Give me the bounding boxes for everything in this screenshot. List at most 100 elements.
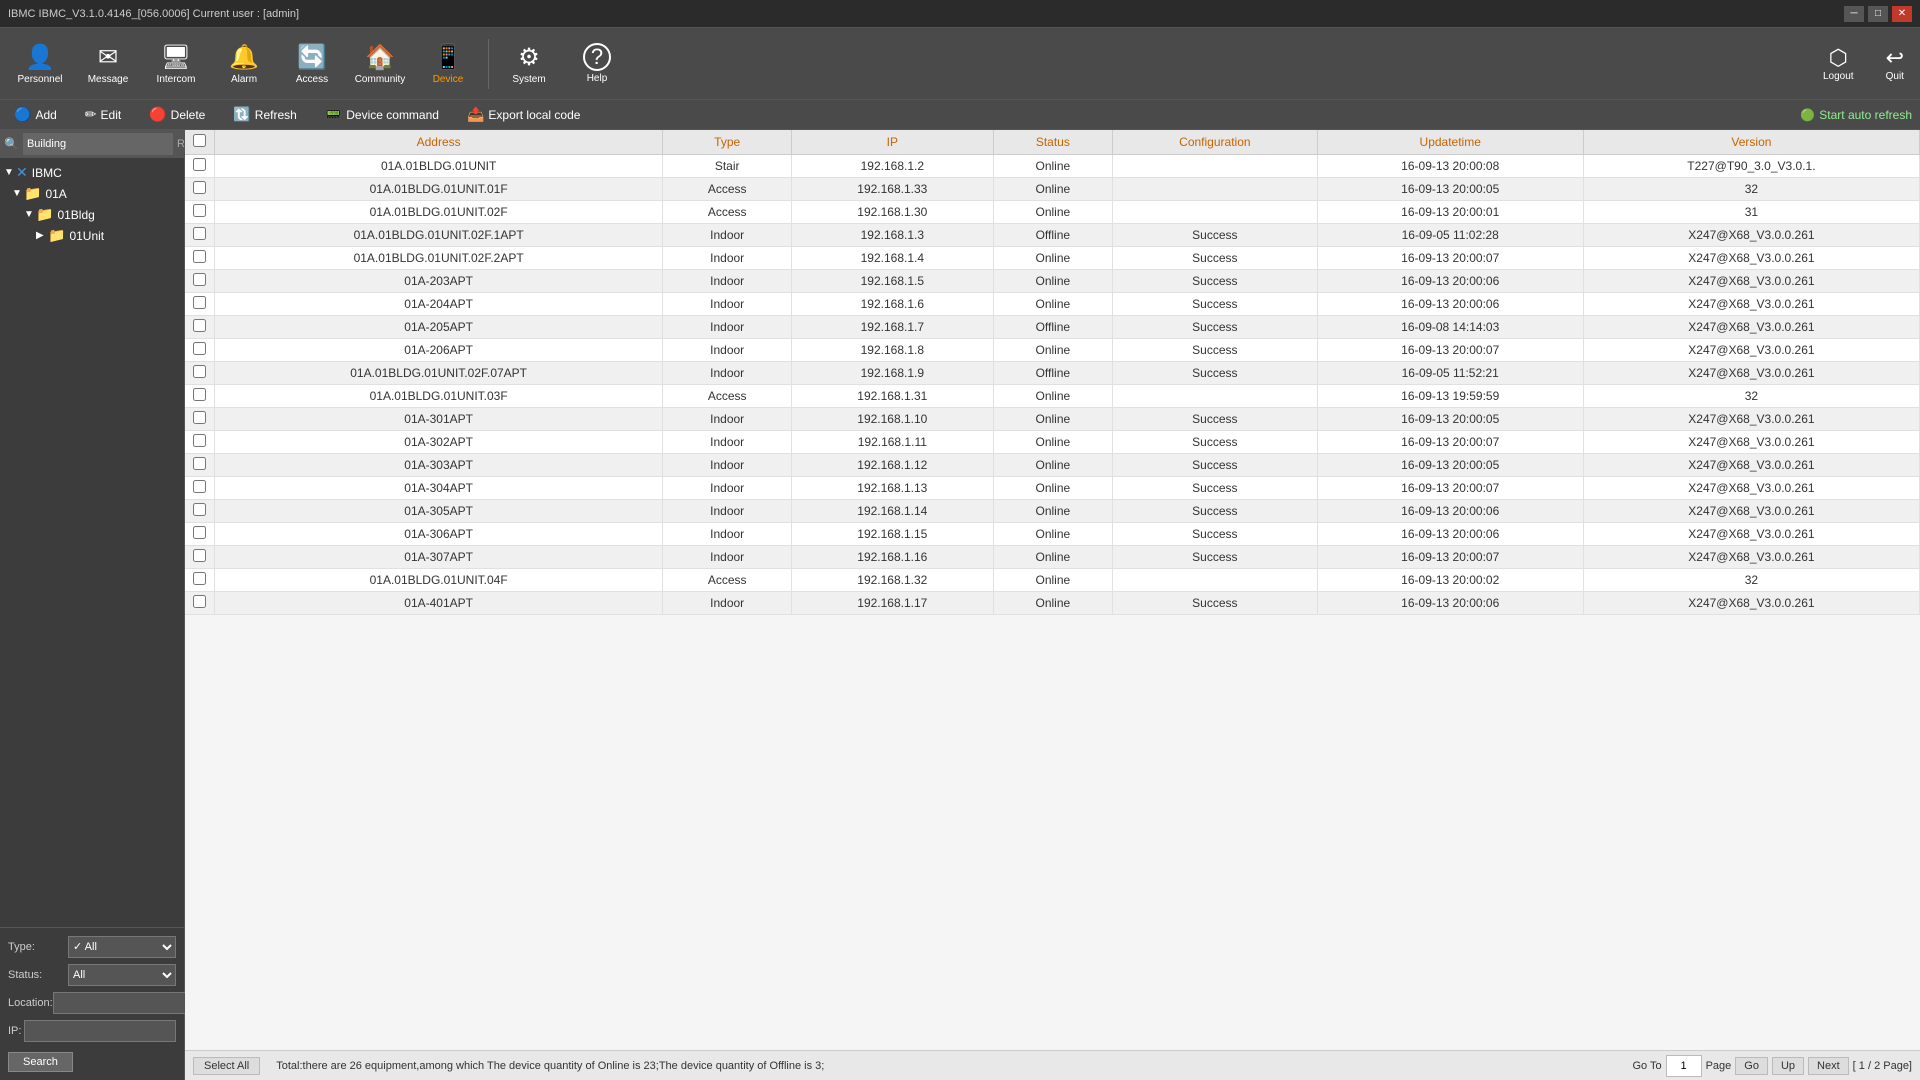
row-checkbox[interactable] [185,362,215,385]
toolbar-item-intercom[interactable]: 🖥 Intercom [144,32,208,96]
go-button[interactable]: Go [1735,1057,1768,1075]
maximize-button[interactable]: □ [1868,6,1888,22]
row-updatetime: 16-09-13 20:00:07 [1317,477,1583,500]
table-row[interactable]: 01A.01BLDG.01UNIT.04F Access 192.168.1.3… [185,569,1920,592]
row-checkbox[interactable] [185,293,215,316]
table-row[interactable]: 01A-401APT Indoor 192.168.1.17 Online Su… [185,592,1920,615]
table-header-address[interactable]: Address [215,130,663,155]
table-row[interactable]: 01A.01BLDG.01UNIT.01F Access 192.168.1.3… [185,178,1920,201]
toolbar-item-access[interactable]: 🔄 Access [280,32,344,96]
logout-button[interactable]: ⬡ Logout [1815,41,1862,86]
close-button[interactable]: ✕ [1892,6,1912,22]
sidebar-item-01bldg[interactable]: ▼ 📁 01Bldg [0,204,184,225]
table-header-row: Address Type IP Status Configuration Upd… [185,130,1920,155]
delete-button[interactable]: 🔴 Delete [143,104,211,125]
table-row[interactable]: 01A-304APT Indoor 192.168.1.13 Online Su… [185,477,1920,500]
table-row[interactable]: 01A.01BLDG.01UNIT.02F Access 192.168.1.3… [185,201,1920,224]
auto-refresh-button[interactable]: 🟢 Start auto refresh [1800,108,1912,122]
row-checkbox[interactable] [185,178,215,201]
row-checkbox[interactable] [185,500,215,523]
table-row[interactable]: 01A-305APT Indoor 192.168.1.14 Online Su… [185,500,1920,523]
sidebar-item-ibmc[interactable]: ▼ ✕ IBMC [0,162,184,183]
row-checkbox[interactable] [185,201,215,224]
select-all-button[interactable]: Select All [193,1057,260,1075]
device-command-button[interactable]: 📟 Device command [319,104,445,125]
row-ip: 192.168.1.17 [792,592,993,615]
toolbar-item-help[interactable]: ? Help [565,32,629,96]
table-header-status[interactable]: Status [993,130,1113,155]
select-all-checkbox[interactable] [193,134,206,147]
row-checkbox[interactable] [185,385,215,408]
table-row[interactable]: 01A-302APT Indoor 192.168.1.11 Online Su… [185,431,1920,454]
row-checkbox[interactable] [185,546,215,569]
table-row[interactable]: 01A.01BLDG.01UNIT.02F.07APT Indoor 192.1… [185,362,1920,385]
row-address: 01A.01BLDG.01UNIT [215,155,663,178]
row-type: Indoor [663,523,792,546]
toolbar-item-system[interactable]: ⚙ System [497,32,561,96]
row-checkbox[interactable] [185,339,215,362]
sidebar-search-input[interactable] [23,133,173,155]
table-row[interactable]: 01A-204APT Indoor 192.168.1.6 Online Suc… [185,293,1920,316]
toolbar-item-message[interactable]: ✉ Message [76,32,140,96]
toolbar-item-alarm[interactable]: 🔔 Alarm [212,32,276,96]
table-row[interactable]: 01A-303APT Indoor 192.168.1.12 Online Su… [185,454,1920,477]
page-number-input[interactable] [1666,1055,1702,1077]
add-label: Add [35,108,56,122]
01unit-arrow: ▶ [36,230,48,241]
row-status: Online [993,178,1113,201]
next-button[interactable]: Next [1808,1057,1849,1075]
filter-search-button[interactable]: Search [8,1052,73,1072]
table-row[interactable]: 01A-307APT Indoor 192.168.1.16 Online Su… [185,546,1920,569]
table-row[interactable]: 01A-306APT Indoor 192.168.1.15 Online Su… [185,523,1920,546]
row-checkbox[interactable] [185,592,215,615]
table-row[interactable]: 01A.01BLDG.01UNIT.02F.1APT Indoor 192.16… [185,224,1920,247]
table-header-version[interactable]: Version [1583,130,1919,155]
table-header-updatetime[interactable]: Updatetime [1317,130,1583,155]
toolbar-item-personnel[interactable]: 👤 Personnel [8,32,72,96]
filter-type-select[interactable]: ✓ All Indoor Access Stair [68,936,176,958]
table-row[interactable]: 01A-203APT Indoor 192.168.1.5 Online Suc… [185,270,1920,293]
row-checkbox[interactable] [185,247,215,270]
table-row[interactable]: 01A-205APT Indoor 192.168.1.7 Offline Su… [185,316,1920,339]
sidebar-item-01a[interactable]: ▼ 📁 01A [0,183,184,204]
row-version: T227@T90_3.0_V3.0.1. [1583,155,1919,178]
row-checkbox[interactable] [185,155,215,178]
row-checkbox[interactable] [185,270,215,293]
filter-status-select[interactable]: All Online Offline [68,964,176,986]
minimize-button[interactable]: ─ [1844,6,1864,22]
row-checkbox[interactable] [185,224,215,247]
toolbar-item-device[interactable]: 📱 Device [416,32,480,96]
table-row[interactable]: 01A-206APT Indoor 192.168.1.8 Online Suc… [185,339,1920,362]
row-checkbox[interactable] [185,569,215,592]
export-button[interactable]: 📤 Export local code [461,104,587,125]
auto-refresh-label: Start auto refresh [1819,108,1912,122]
row-checkbox[interactable] [185,431,215,454]
sidebar-item-01unit[interactable]: ▶ 📁 01Unit [0,225,184,246]
table-row[interactable]: 01A.01BLDG.01UNIT.02F.2APT Indoor 192.16… [185,247,1920,270]
edit-button[interactable]: ✏ Edit [79,104,127,125]
table-header-config[interactable]: Configuration [1113,130,1317,155]
table-header-checkbox[interactable] [185,130,215,155]
row-checkbox[interactable] [185,454,215,477]
table-header-ip[interactable]: IP [792,130,993,155]
add-button[interactable]: 🔵 Add [8,104,63,125]
table-row[interactable]: 01A.01BLDG.01UNIT.03F Access 192.168.1.3… [185,385,1920,408]
quit-button[interactable]: ↩ Quit [1878,41,1912,86]
up-button[interactable]: Up [1772,1057,1804,1075]
table-row[interactable]: 01A.01BLDG.01UNIT Stair 192.168.1.2 Onli… [185,155,1920,178]
row-status: Online [993,546,1113,569]
row-checkbox[interactable] [185,316,215,339]
add-icon: 🔵 [14,106,31,123]
refresh-button[interactable]: 🔃 Refresh [227,104,302,125]
row-checkbox[interactable] [185,477,215,500]
filter-ip-input[interactable] [24,1020,176,1042]
toolbar-item-community[interactable]: 🏠 Community [348,32,412,96]
row-checkbox[interactable] [185,408,215,431]
table-header-type[interactable]: Type [663,130,792,155]
row-version: X247@X68_V3.0.0.261 [1583,546,1919,569]
01unit-icon: 📁 [48,227,65,244]
row-checkbox[interactable] [185,523,215,546]
filter-location-input[interactable] [53,992,205,1014]
toolbar-intercom-label: Intercom [157,74,196,85]
table-row[interactable]: 01A-301APT Indoor 192.168.1.10 Online Su… [185,408,1920,431]
